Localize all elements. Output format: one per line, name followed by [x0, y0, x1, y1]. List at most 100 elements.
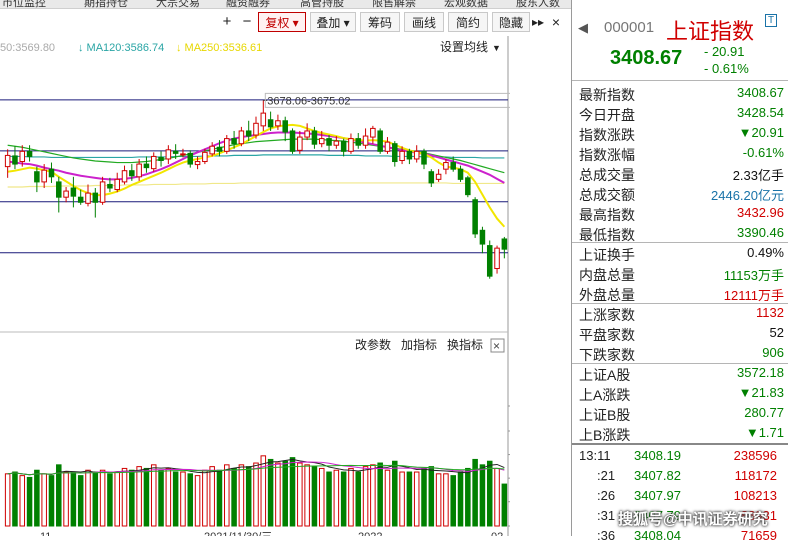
- candle-body: [501, 238, 508, 250]
- volume-bar: [63, 471, 69, 527]
- stat-row: 外盘总量 12111万手: [572, 283, 785, 303]
- row-value: 3432.96: [737, 205, 784, 220]
- candle-body: [56, 181, 62, 198]
- candle-body: [399, 150, 405, 162]
- collapse-arrow-icon[interactable]: ◀: [578, 20, 588, 36]
- row-label: 总成交额: [579, 187, 635, 203]
- draw-line-button[interactable]: 画线: [404, 12, 444, 32]
- expand-arrows-icon[interactable]: ▸▸: [530, 12, 546, 32]
- zoom-in-button[interactable]: +: [218, 12, 236, 32]
- ma-legend-label: ↓ MA120:3586.74: [78, 42, 164, 54]
- volume-bar: [70, 471, 77, 527]
- ma250-line: [7, 182, 505, 188]
- volume-bar: [457, 471, 464, 527]
- volume-bar: [143, 467, 150, 527]
- zoom-out-button[interactable]: −: [238, 12, 256, 32]
- switch-indicator-button[interactable]: 换指标: [447, 337, 483, 352]
- candle-body: [150, 155, 157, 170]
- volume-bar: [209, 466, 215, 527]
- volume-bar: [479, 464, 486, 527]
- tick-volume: 238596: [733, 448, 777, 463]
- volume-bar: [304, 464, 310, 527]
- volume-bar: [48, 475, 55, 527]
- candle-body: [92, 192, 99, 203]
- tick-row: :26 3407.97 108213: [572, 486, 785, 506]
- tick-time: :21: [597, 468, 616, 483]
- candle-body: [194, 161, 201, 166]
- stat-row: 上证换手 0.49%: [572, 243, 785, 263]
- candle-body: [362, 135, 369, 146]
- candle-body: [216, 146, 223, 152]
- row-label: 指数涨跌: [579, 127, 635, 143]
- menu-item[interactable]: 宏观数据: [444, 0, 488, 8]
- row-label: 最新指数: [579, 87, 635, 103]
- volume-bar: [253, 462, 259, 527]
- menu-item[interactable]: 股东人数: [516, 0, 560, 8]
- volume-bar: [355, 471, 362, 527]
- overlay-button[interactable]: 叠加 ▾: [310, 12, 356, 32]
- tick-volume: 118172: [734, 468, 777, 483]
- row-label: 外盘总量: [579, 287, 635, 303]
- row-value: 3408.67: [737, 85, 784, 100]
- index-quote-panel: ◀ 000001 上证指数 T 3408.67 - 20.91 - 0.61% …: [571, 0, 788, 543]
- row-value: 906: [762, 345, 784, 360]
- volume-bar: [282, 460, 288, 527]
- volume-bar: [428, 466, 435, 527]
- candle-body: [245, 130, 252, 137]
- volume-bar: [92, 471, 99, 527]
- breadth-row: 上涨家数 1132: [572, 303, 785, 323]
- volume-bar: [238, 464, 245, 527]
- kline-chart-svg[interactable]: 3700.003600.003500.003400.003673.5450:35…: [0, 36, 563, 543]
- chips-button[interactable]: 筹码: [360, 12, 400, 32]
- fuquan-button[interactable]: 复权 ▾: [258, 12, 306, 32]
- close-toolbar-button[interactable]: ×: [548, 12, 564, 32]
- candle-body: [180, 153, 186, 156]
- menu-item[interactable]: 融资融券: [226, 0, 270, 8]
- menu-item[interactable]: 期指持仓: [84, 0, 128, 8]
- change-params-button[interactable]: 改参数: [355, 337, 391, 352]
- row-label: 指数涨幅: [579, 147, 635, 163]
- candle-body: [209, 145, 215, 155]
- candle-body: [114, 178, 120, 191]
- tick-row: 13:11 3408.19 238596: [572, 446, 785, 466]
- volume-bar: [77, 475, 84, 527]
- volume-bar: [326, 471, 332, 527]
- close-indicator-icon[interactable]: ×: [493, 339, 500, 353]
- candle-body: [377, 130, 383, 152]
- t-badge: T: [765, 14, 778, 27]
- menu-item[interactable]: 大宗交易: [156, 0, 200, 8]
- row-label: 上涨家数: [579, 307, 635, 323]
- volume-bar: [443, 473, 449, 527]
- volume-bar: [399, 471, 405, 527]
- candle-body: [494, 247, 500, 270]
- candle-body: [384, 141, 391, 152]
- candle-body: [253, 122, 259, 136]
- row-value: 1132: [756, 305, 784, 320]
- volume-bar: [384, 469, 391, 527]
- menu-item[interactable]: 限售解禁: [372, 0, 416, 8]
- row-label: 上A涨跌: [579, 387, 631, 403]
- add-indicator-button[interactable]: 加指标: [401, 337, 437, 352]
- kline-chart-pane[interactable]: 3700.003600.003500.003400.003673.5450:35…: [0, 36, 563, 543]
- sub-index-row: 上A涨跌 ▼21.83: [572, 383, 785, 403]
- row-label: 最高指数: [579, 207, 635, 223]
- hide-button[interactable]: 隐藏: [492, 12, 530, 32]
- tick-row: :36 3408.04 71659: [572, 526, 785, 546]
- row-value: 3572.18: [737, 365, 784, 380]
- tick-price: 3407.97: [634, 488, 681, 503]
- menu-item[interactable]: 高管持股: [300, 0, 344, 8]
- volume-bar: [421, 467, 427, 527]
- sub-index-row: 上证A股 3572.18: [572, 363, 785, 383]
- row-label: 下跌家数: [579, 347, 635, 363]
- candle-body: [107, 183, 113, 189]
- simple-mode-button[interactable]: 简约: [448, 12, 488, 32]
- row-value: 12111万手: [723, 288, 784, 303]
- menu-item[interactable]: 市位监控: [2, 0, 46, 8]
- volume-bar: [114, 471, 120, 527]
- volume-bar: [12, 471, 18, 527]
- ma-settings-button[interactable]: 设置均线: [440, 40, 488, 54]
- candle-body: [289, 130, 296, 152]
- date-axis-label: 2022: [358, 531, 382, 536]
- sub-index-row: 上B涨跌 ▼1.71: [572, 423, 785, 443]
- stat-row: 总成交额 2446.20亿元: [572, 183, 785, 203]
